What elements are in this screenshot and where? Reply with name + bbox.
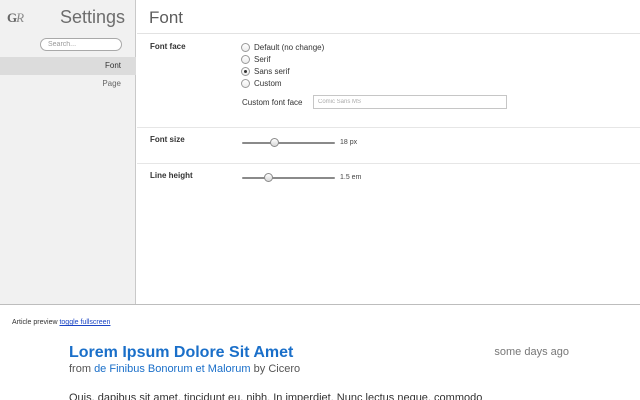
section-divider bbox=[137, 127, 640, 128]
font-size-slider[interactable] bbox=[242, 138, 335, 148]
article-timestamp: some days ago bbox=[494, 346, 569, 358]
article-title: Lorem Ipsum Dolore Sit Amet bbox=[69, 344, 294, 361]
line-height-slider-thumb[interactable] bbox=[264, 173, 273, 182]
radio-default-label: Default (no change) bbox=[254, 43, 325, 52]
radio-custom-label: Custom bbox=[254, 79, 282, 88]
radio-default[interactable]: Default (no change) bbox=[241, 42, 324, 53]
preview-label: Article preview bbox=[12, 319, 58, 326]
sidebar: GR Settings Font Page bbox=[0, 0, 136, 304]
custom-font-face-input[interactable] bbox=[313, 95, 507, 109]
line-height-slider-track bbox=[242, 177, 335, 179]
radio-sans-serif-circle[interactable] bbox=[241, 67, 250, 76]
line-height-label: Line height bbox=[150, 171, 193, 180]
font-size-slider-thumb[interactable] bbox=[270, 138, 279, 147]
article-author: by Cicero bbox=[253, 363, 301, 375]
settings-panel: Font Font face Default (no change) Serif… bbox=[137, 0, 640, 304]
preview-header: Article preview toggle fullscreen bbox=[12, 319, 110, 326]
sidebar-item-font[interactable]: Font bbox=[0, 57, 136, 75]
article-from: from bbox=[69, 363, 91, 375]
custom-font-face-label: Custom font face bbox=[242, 98, 303, 107]
page-title: Font bbox=[149, 8, 184, 27]
sidebar-title: Settings bbox=[60, 7, 126, 27]
radio-custom[interactable]: Custom bbox=[241, 78, 282, 89]
app-logo: GR bbox=[7, 10, 24, 25]
line-height-value: 1.5 em bbox=[340, 174, 362, 181]
radio-serif[interactable]: Serif bbox=[241, 54, 270, 65]
sidebar-item-page[interactable]: Page bbox=[0, 75, 136, 93]
radio-default-circle[interactable] bbox=[241, 43, 250, 52]
section-divider bbox=[137, 163, 640, 164]
radio-serif-label: Serif bbox=[254, 55, 271, 64]
article-body: Quis, dapibus sit amet, tincidunt eu, ni… bbox=[69, 392, 483, 400]
line-height-slider[interactable] bbox=[242, 173, 335, 183]
radio-custom-circle[interactable] bbox=[241, 79, 250, 88]
article-source-link[interactable]: de Finibus Bonorum et Malorum bbox=[94, 363, 251, 375]
title-divider bbox=[137, 33, 640, 34]
article-meta: from de Finibus Bonorum et Malorum by Ci… bbox=[69, 363, 300, 375]
radio-sans-serif[interactable]: Sans serif bbox=[241, 66, 290, 77]
radio-sans-serif-label: Sans serif bbox=[254, 67, 290, 76]
font-size-label: Font size bbox=[150, 135, 185, 144]
settings-frame: GR Settings Font Page Font Font face Def… bbox=[0, 0, 640, 305]
toggle-fullscreen-link[interactable]: toggle fullscreen bbox=[59, 319, 110, 326]
search-input[interactable] bbox=[40, 38, 122, 51]
font-face-label: Font face bbox=[150, 42, 186, 51]
font-size-value: 18 px bbox=[340, 139, 358, 146]
radio-serif-circle[interactable] bbox=[241, 55, 250, 64]
font-size-slider-track bbox=[242, 142, 335, 144]
